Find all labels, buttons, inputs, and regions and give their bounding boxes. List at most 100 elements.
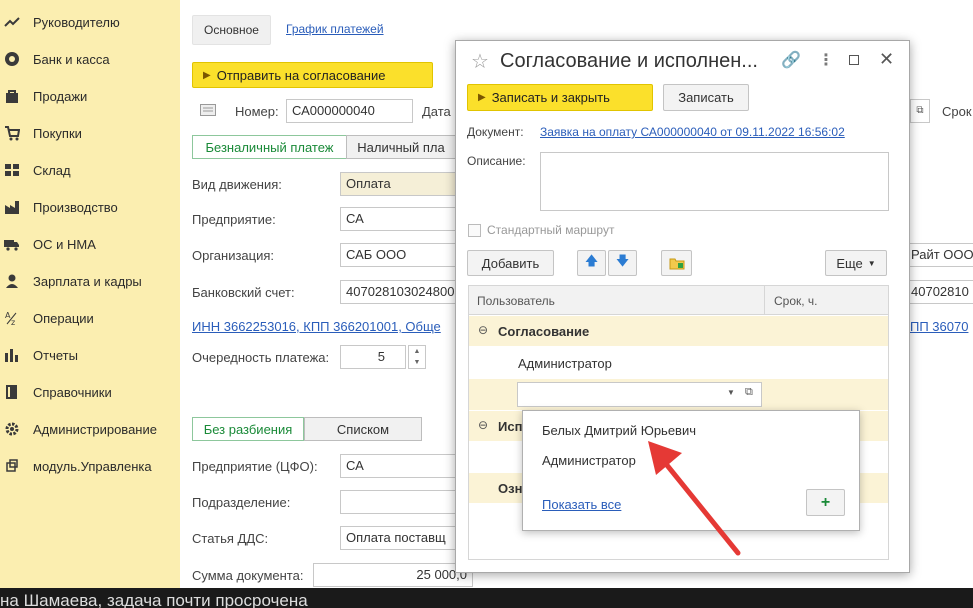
folder-add-icon <box>669 258 684 270</box>
bank-account-label: Банковский счет: <box>192 285 295 300</box>
save-and-close-label: Записать и закрыть <box>491 90 610 105</box>
play-icon: ▶ <box>203 69 211 81</box>
module-icon <box>3 457 21 475</box>
sidebar-item-salary[interactable]: Зарплата и кадры <box>0 266 180 296</box>
show-all-link[interactable]: Показать все <box>542 497 621 512</box>
payment-priority-label: Очередность платежа: <box>192 350 330 365</box>
dialog-title: Согласование и исполнен... <box>500 50 758 72</box>
department-field[interactable] <box>340 490 460 514</box>
chevron-down-icon: ▼ <box>867 258 876 268</box>
sidebar-item-label: Банк и касса <box>33 51 110 67</box>
add-button[interactable]: Добавить <box>467 250 554 276</box>
factory-icon <box>3 198 21 216</box>
sidebar-item-purchases[interactable]: Покупки <box>0 118 180 148</box>
trend-icon <box>3 13 21 31</box>
description-label: Описание: <box>467 154 526 168</box>
dropdown-item-label: Администратор <box>542 453 636 468</box>
sidebar-item-references[interactable]: Справочники <box>0 377 180 407</box>
operations-icon: Az <box>3 309 21 327</box>
enterprise-field[interactable]: СА <box>340 207 460 231</box>
department-label: Подразделение: <box>192 495 291 510</box>
save-button[interactable]: Записать <box>663 84 749 111</box>
cashflow-item-field[interactable]: Оплата поставщ <box>340 526 460 550</box>
move-up-button[interactable]: 🡅 <box>577 250 606 276</box>
priority-stepper[interactable]: ▲ ▼ <box>408 345 426 369</box>
document-sum-field[interactable]: 25 000,0 <box>313 563 473 587</box>
number-field[interactable]: СА000000040 <box>286 99 413 123</box>
truck-icon <box>3 235 21 253</box>
save-and-close-button[interactable]: ▶ Записать и закрыть <box>467 84 653 111</box>
cart-icon <box>3 124 21 142</box>
counterparty-org-field[interactable]: Райт ООО <box>905 243 973 267</box>
movement-type-field[interactable]: Оплата <box>340 172 460 196</box>
sidebar-item-bank[interactable]: Банк и касса <box>0 44 180 74</box>
due-partial-label: Срок <box>942 104 972 119</box>
inn-link[interactable]: ИНН 3662253016, КПП 366201001, Обще <box>192 319 441 334</box>
document-icon <box>200 104 216 116</box>
more-actions-label: Еще <box>836 255 863 271</box>
sidebar-item-label: Справочники <box>33 384 112 400</box>
sidebar: Руководителю Банк и касса Продажи Покупк… <box>0 0 180 608</box>
bar-chart-icon <box>3 346 21 364</box>
sidebar-item-label: Производство <box>33 199 118 215</box>
sidebar-item-label: Руководителю <box>33 14 120 30</box>
movement-type-label: Вид движения: <box>192 177 282 192</box>
counterparty-inn-link[interactable]: ПП 36070 <box>910 319 968 334</box>
payment-priority-field[interactable]: 5 <box>340 345 406 369</box>
svg-text:z: z <box>11 318 15 326</box>
sidebar-item-label: Покупки <box>33 125 82 141</box>
more-actions-button[interactable]: Еще ▼ <box>825 250 887 276</box>
tab-payment-schedule[interactable]: График платежей <box>286 22 384 36</box>
sidebar-item-label: модуль.Управленка <box>33 458 152 474</box>
standard-route-checkbox[interactable] <box>468 224 481 237</box>
tab-list[interactable]: Списком <box>304 417 422 441</box>
warehouse-icon <box>3 161 21 179</box>
sidebar-item-label: Продажи <box>33 88 88 104</box>
sidebar-item-reports[interactable]: Отчеты <box>0 340 180 370</box>
bottom-caption: на Шамаева, задача почти просрочена <box>0 588 973 608</box>
cashflow-item-label: Статья ДДС: <box>192 531 269 546</box>
standard-route-label: Стандартный маршрут <box>487 223 615 237</box>
document-link[interactable]: Заявка на оплату СА000000040 от 09.11.20… <box>540 125 845 139</box>
plus-icon: + <box>820 493 831 511</box>
bank-account-field[interactable]: 407028103024800 <box>340 280 460 304</box>
tab-cashless-payment[interactable]: Безналичный платеж <box>192 135 347 159</box>
organization-field[interactable]: САБ ООО <box>340 243 460 267</box>
enterprise-label: Предприятие: <box>192 212 276 227</box>
tab-no-split[interactable]: Без разбиения <box>192 417 304 441</box>
open-icon[interactable]: ⧉ <box>910 99 930 123</box>
add-group-button[interactable] <box>661 250 692 276</box>
sidebar-item-assets[interactable]: ОС и НМА <box>0 229 180 259</box>
caption-text: на Шамаева, задача почти просрочена <box>0 591 308 608</box>
star-icon[interactable]: ☆ <box>471 49 489 74</box>
move-down-button[interactable]: 🡇 <box>608 250 637 276</box>
sidebar-item-production[interactable]: Производство <box>0 192 180 222</box>
link-icon[interactable]: 🔗 <box>781 50 801 70</box>
sidebar-item-module[interactable]: модуль.Управленка <box>0 451 180 481</box>
counterparty-account-field[interactable]: 40702810 <box>905 280 973 304</box>
tab-main[interactable]: Основное <box>192 15 271 45</box>
coin-icon <box>3 50 21 68</box>
maximize-icon[interactable] <box>849 55 859 65</box>
tab-cash-payment[interactable]: Наличный пла <box>346 135 456 159</box>
arrow-annotation-icon <box>648 441 741 556</box>
send-for-approval-button[interactable]: ▶ Отправить на согласование <box>192 62 433 88</box>
sidebar-item-sales[interactable]: Продажи <box>0 81 180 111</box>
sidebar-item-manager[interactable]: Руководителю <box>0 7 180 37</box>
sidebar-item-label: Операции <box>33 310 94 326</box>
cfo-field[interactable]: СА <box>340 454 460 478</box>
sidebar-item-administration[interactable]: Администрирование <box>0 414 180 444</box>
sidebar-item-label: Отчеты <box>33 347 78 363</box>
add-user-button[interactable]: + <box>806 489 845 516</box>
document-label: Документ: <box>467 125 524 139</box>
play-icon: ▶ <box>478 92 486 103</box>
close-icon[interactable]: ✕ <box>879 49 894 70</box>
arrow-up-icon: 🡅 <box>584 253 599 268</box>
sidebar-item-label: Администрирование <box>33 421 157 437</box>
sidebar-item-label: Зарплата и кадры <box>33 273 142 289</box>
sidebar-item-operations[interactable]: Az Операции <box>0 303 180 333</box>
more-vertical-icon[interactable]: ⋮ <box>818 50 834 70</box>
book-icon <box>3 383 21 401</box>
sidebar-item-warehouse[interactable]: Склад <box>0 155 180 185</box>
description-field[interactable] <box>540 152 889 211</box>
